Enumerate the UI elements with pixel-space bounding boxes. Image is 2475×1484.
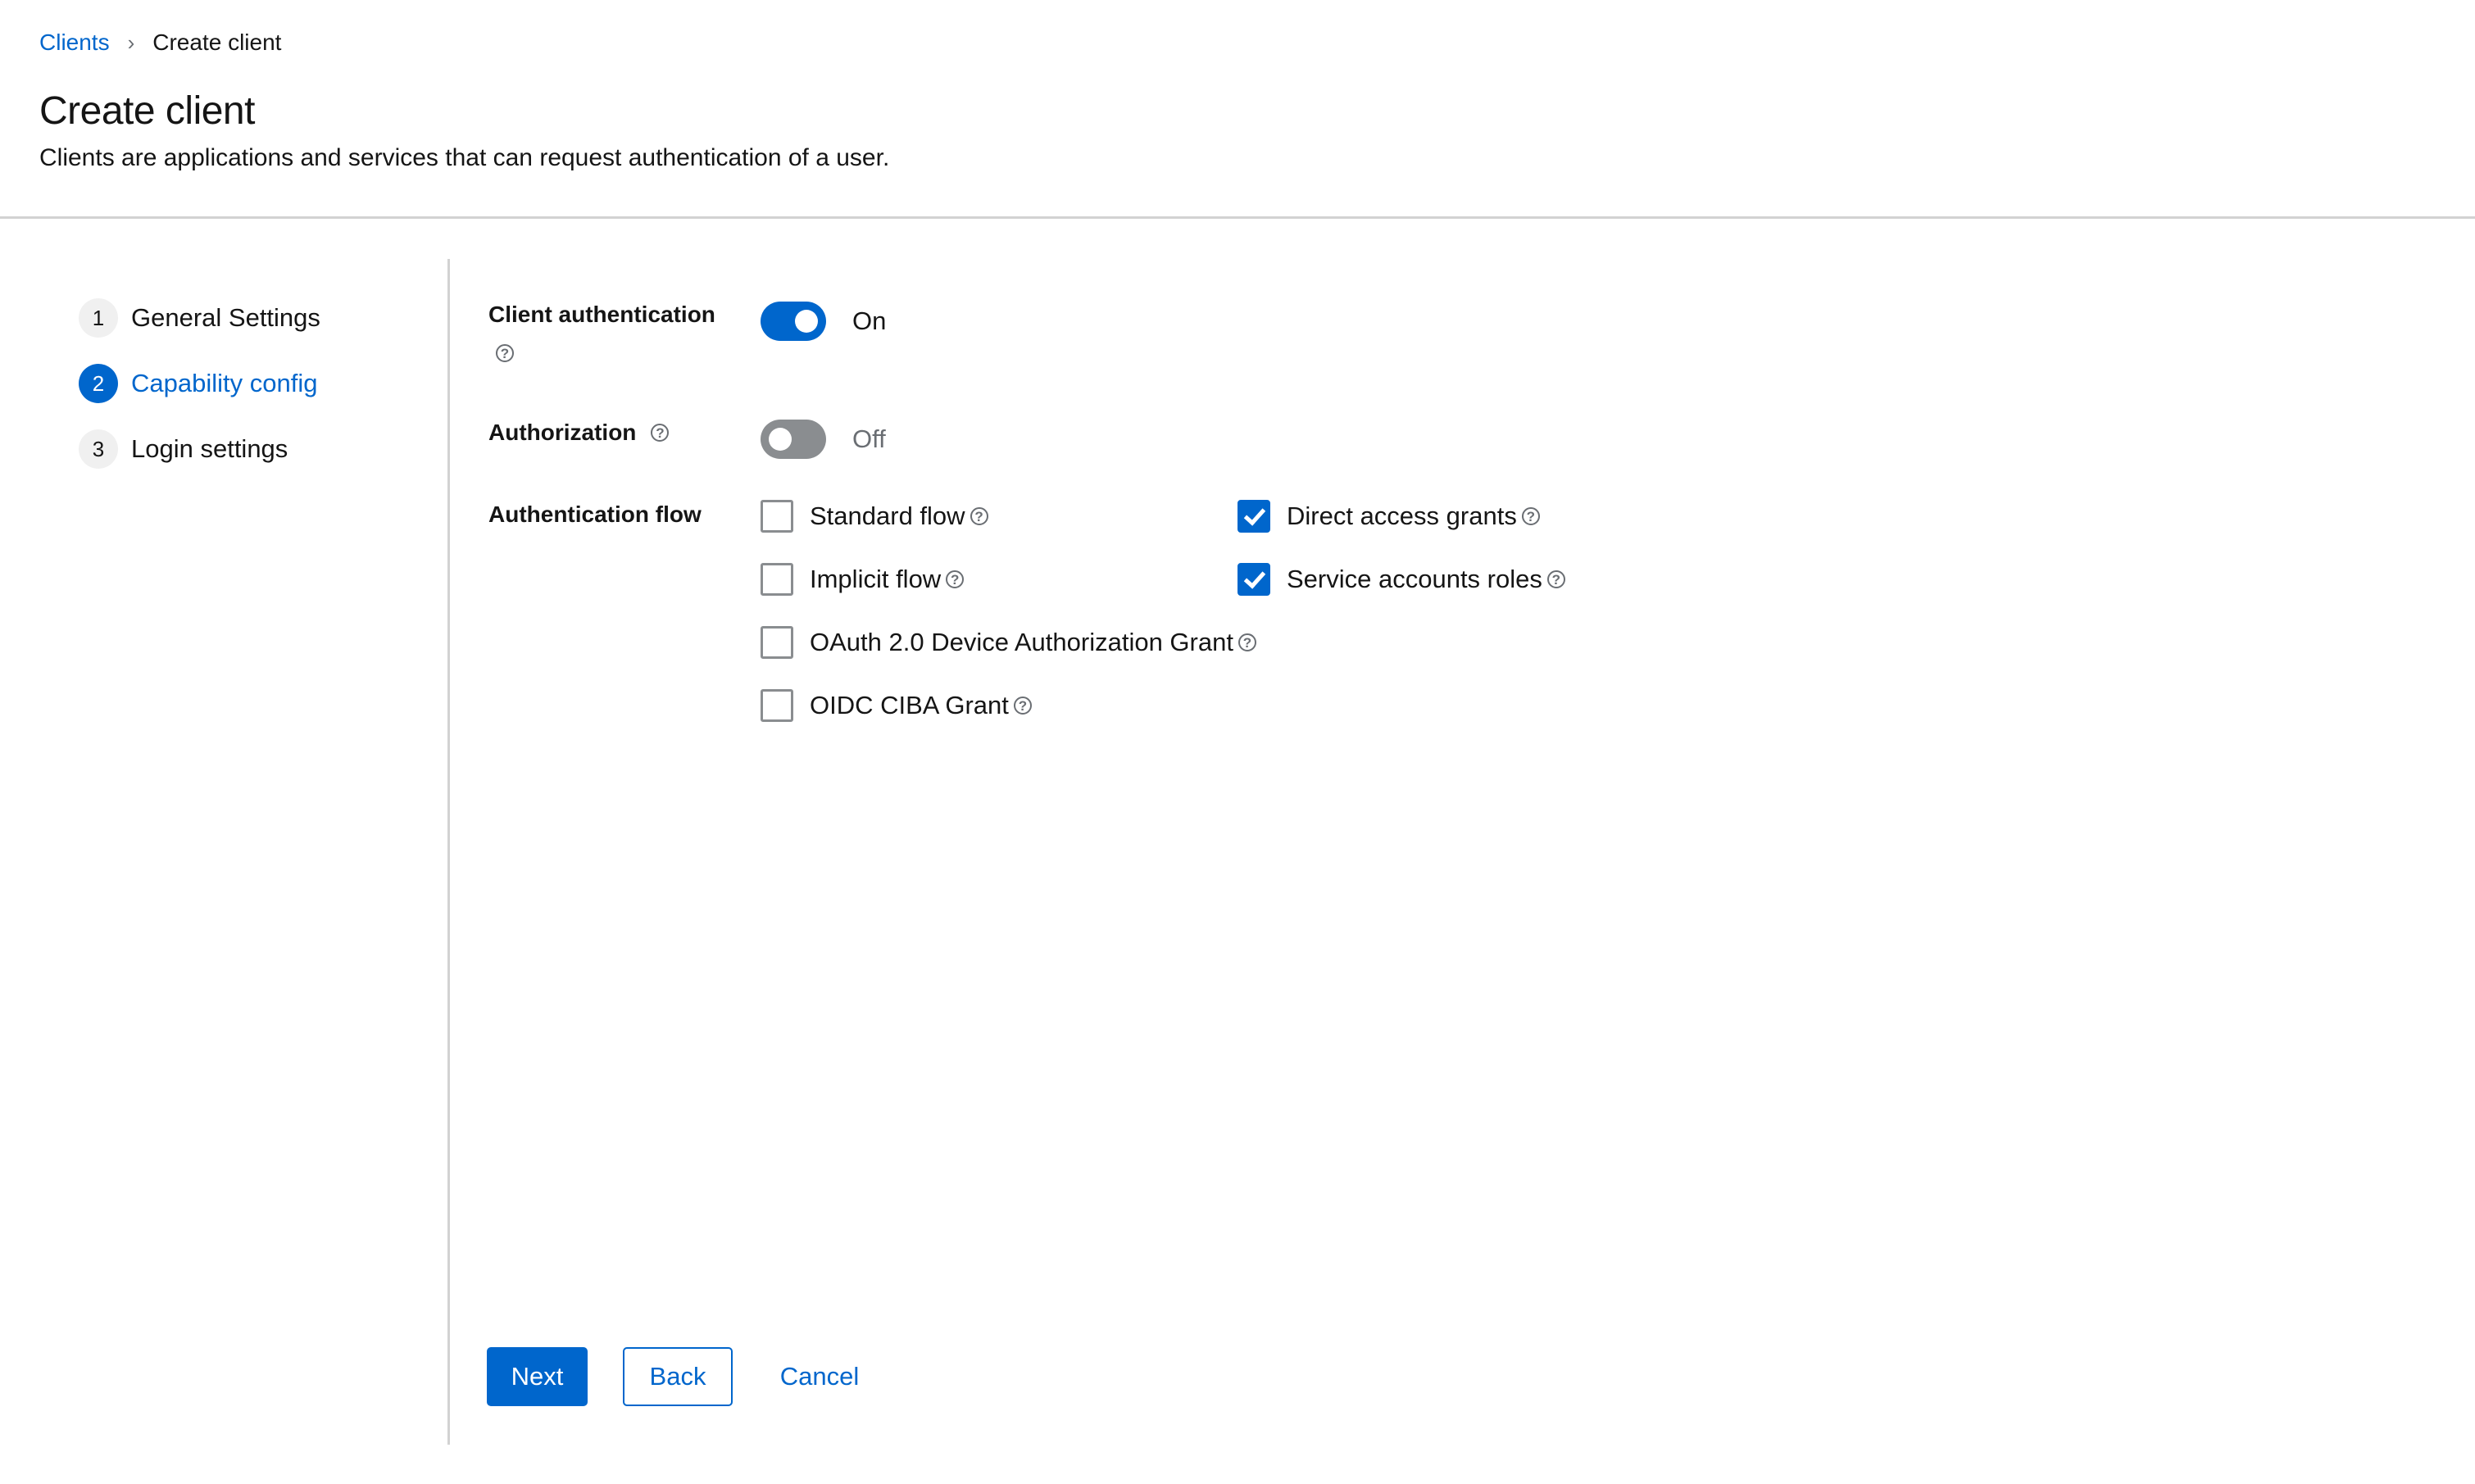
step-label: General Settings: [131, 303, 320, 332]
help-icon[interactable]: ?: [1521, 507, 1540, 525]
breadcrumb-clients-link[interactable]: Clients: [39, 29, 110, 56]
service-accounts-roles-checkbox[interactable]: Service accounts roles ?: [1238, 563, 1565, 596]
authentication-flow-label: Authentication flow: [488, 501, 702, 527]
client-authentication-state: On: [852, 306, 887, 335]
client-authentication-toggle[interactable]: [761, 302, 826, 341]
cancel-button[interactable]: Cancel: [762, 1347, 877, 1406]
standard-flow-checkbox[interactable]: Standard flow ?: [761, 500, 988, 533]
help-icon[interactable]: ?: [946, 570, 965, 588]
step-number: 3: [79, 429, 118, 469]
step-label: Capability config: [131, 369, 318, 397]
client-authentication-label: Client authentication: [488, 302, 715, 327]
breadcrumb-current: Create client: [152, 29, 282, 55]
authorization-label: Authorization: [488, 420, 637, 445]
page-title: Create client: [39, 89, 255, 133]
help-icon[interactable]: ?: [496, 344, 514, 362]
oauth-device-authorization-grant-checkbox[interactable]: OAuth 2.0 Device Authorization Grant ?: [761, 626, 1256, 659]
breadcrumb: Clients › Create client: [39, 29, 281, 56]
step-number: 1: [79, 298, 118, 338]
checkbox-box[interactable]: [1238, 500, 1270, 533]
oidc-ciba-grant-checkbox[interactable]: OIDC CIBA Grant ?: [761, 689, 1032, 722]
chevron-right-icon: ›: [127, 29, 135, 55]
checkbox-label: OAuth 2.0 Device Authorization Grant: [810, 628, 1233, 656]
checkbox-box[interactable]: [761, 689, 793, 722]
authorization-state: Off: [852, 424, 886, 453]
checkbox-label: Implicit flow: [810, 565, 942, 593]
help-icon[interactable]: ?: [1238, 633, 1256, 651]
wizard-nav-divider: [447, 259, 450, 1445]
implicit-flow-checkbox[interactable]: Implicit flow ?: [761, 563, 965, 596]
help-icon[interactable]: ?: [1546, 570, 1565, 588]
toggle-knob: [795, 310, 818, 333]
authorization-toggle[interactable]: [761, 420, 826, 459]
direct-access-grants-checkbox[interactable]: Direct access grants ?: [1238, 500, 1540, 533]
help-icon[interactable]: ?: [970, 507, 988, 525]
checkbox-label: OIDC CIBA Grant: [810, 691, 1009, 719]
header-divider: [0, 216, 2475, 219]
wizard-step-capability-config[interactable]: 2 Capability config: [79, 364, 317, 403]
authorization-label-row: Authorization ?: [488, 420, 670, 446]
page-description: Clients are applications and services th…: [39, 144, 890, 171]
checkbox-label: Direct access grants: [1287, 501, 1517, 530]
checkbox-label: Service accounts roles: [1287, 565, 1542, 593]
next-button[interactable]: Next: [487, 1347, 588, 1406]
checkbox-label: Standard flow: [810, 501, 965, 530]
wizard-step-login-settings[interactable]: 3 Login settings: [79, 429, 288, 469]
checkbox-box[interactable]: [1238, 563, 1270, 596]
wizard-step-general-settings[interactable]: 1 General Settings: [79, 298, 320, 338]
help-icon[interactable]: ?: [651, 424, 670, 442]
toggle-knob: [769, 428, 792, 451]
checkbox-box[interactable]: [761, 626, 793, 659]
help-icon[interactable]: ?: [1013, 697, 1032, 715]
step-number: 2: [79, 364, 118, 403]
step-label: Login settings: [131, 434, 288, 463]
checkbox-box[interactable]: [761, 500, 793, 533]
checkbox-box[interactable]: [761, 563, 793, 596]
back-button[interactable]: Back: [623, 1347, 733, 1406]
